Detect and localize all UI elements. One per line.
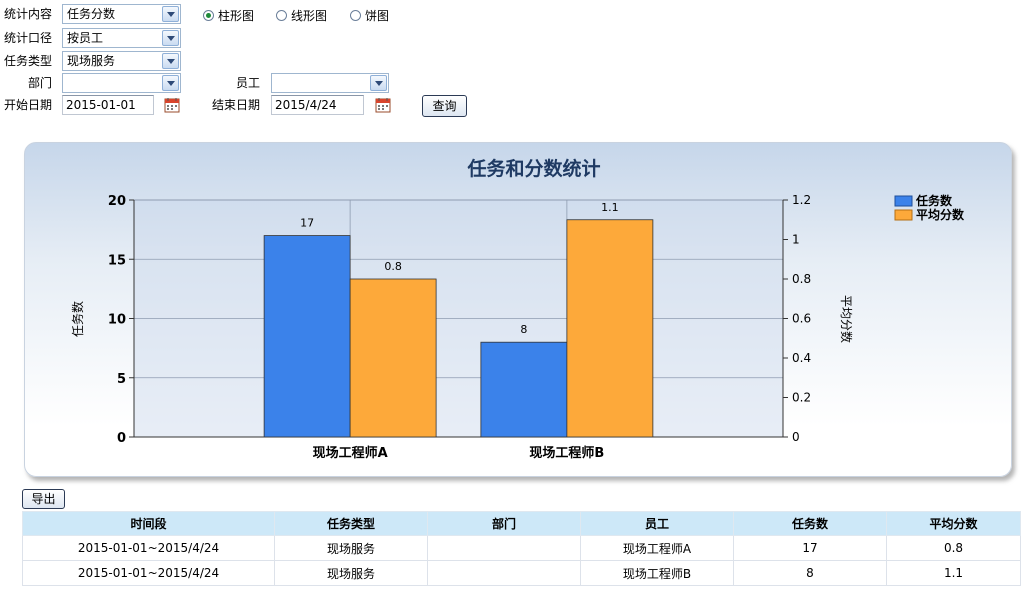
table-row: 2015-01-01~2015/4/24 现场服务 现场工程师A 17 0.8 — [22, 535, 1021, 561]
legend-label-avg-score: 平均分数 — [916, 207, 965, 222]
table-header-row: 时间段 任务类型 部门 员工 任务数 平均分数 — [22, 511, 1021, 536]
column-header: 任务数 — [733, 511, 887, 536]
employee-select[interactable] — [271, 73, 389, 93]
y2-tick-label: 0.4 — [792, 351, 811, 365]
stat-scope-value: 按员工 — [67, 31, 104, 45]
radio-icon[interactable] — [276, 10, 287, 21]
y-tick-label: 10 — [108, 313, 126, 328]
column-header: 时间段 — [22, 511, 275, 536]
task-type-value: 现场服务 — [67, 54, 116, 68]
table-cell: 2015-01-01~2015/4/24 — [22, 535, 275, 561]
stat-scope-label: 统计口径 — [4, 31, 53, 45]
table-cell: 1.1 — [886, 560, 1021, 586]
calendar-icon[interactable] — [164, 97, 180, 113]
department-label: 部门 — [28, 76, 53, 90]
bar — [349, 278, 437, 438]
calendar-icon[interactable] — [375, 97, 391, 113]
table-cell: 2015-01-01~2015/4/24 — [22, 560, 275, 586]
task-type-label: 任务类型 — [4, 54, 53, 68]
y2-tick-label: 0.6 — [792, 312, 811, 326]
end-date-label: 结束日期 — [212, 98, 261, 112]
stat-content-value: 任务分数 — [67, 7, 116, 21]
data-label: 0.8 — [384, 260, 402, 273]
legend-swatch-task-count — [894, 195, 913, 207]
column-header: 任务类型 — [274, 511, 428, 536]
x-tick-label: 现场工程师B — [529, 445, 604, 461]
bar — [480, 341, 568, 438]
data-label: 8 — [520, 323, 527, 336]
y-tick-label: 0 — [117, 431, 126, 446]
radio-bar-chart-label: 柱形图 — [218, 9, 255, 23]
table-cell: 现场服务 — [274, 560, 428, 586]
legend-swatch-avg-score — [894, 209, 913, 221]
stat-scope-select[interactable]: 按员工 — [62, 28, 181, 48]
task-type-select[interactable]: 现场服务 — [62, 51, 181, 71]
table-cell: 现场工程师A — [580, 535, 734, 561]
y2-tick-label: 0.8 — [792, 272, 811, 286]
stats-table: 时间段 任务类型 部门 员工 任务数 平均分数 2015-01-01~2015/… — [22, 511, 1021, 586]
legend-label-task-count: 任务数 — [915, 193, 953, 208]
bar-chart: 任务和分数统计 0 5 10 15 20 0 0.2 0.4 0.6 0.8 1 1.2 17 0.8 现场… — [70, 157, 965, 461]
chevron-down-icon[interactable] — [162, 6, 179, 22]
y-tick-label: 15 — [108, 253, 126, 268]
y2-tick-label: 0 — [792, 430, 800, 444]
chevron-down-icon[interactable] — [162, 53, 179, 69]
y2-tick-label: 1.2 — [792, 193, 811, 207]
start-date-input[interactable]: 2015-01-01 — [62, 95, 154, 115]
y2-tick-label: 1 — [792, 233, 800, 247]
table-cell — [427, 535, 581, 561]
stat-content-label: 统计内容 — [4, 7, 53, 21]
department-select[interactable] — [62, 73, 181, 93]
y-tick-label: 20 — [108, 194, 126, 209]
table-cell: 现场工程师B — [580, 560, 734, 586]
chart-title: 任务和分数统计 — [466, 157, 600, 180]
radio-icon[interactable] — [203, 10, 214, 21]
table-cell: 17 — [733, 535, 887, 561]
end-date-input[interactable]: 2015/4/24 — [271, 95, 364, 115]
column-header: 员工 — [580, 511, 734, 536]
legend: 任务数 平均分数 — [894, 193, 965, 222]
column-header: 平均分数 — [886, 511, 1021, 536]
table-cell: 8 — [733, 560, 887, 586]
radio-pie-chart[interactable]: 饼图 — [350, 7, 389, 24]
y2-tick-label: 0.2 — [792, 391, 811, 405]
stat-content-select[interactable]: 任务分数 — [62, 4, 181, 24]
bar — [263, 235, 351, 438]
table-row: 2015-01-01~2015/4/24 现场服务 现场工程师B 8 1.1 — [22, 560, 1021, 586]
query-button[interactable]: 查询 — [422, 95, 467, 117]
employee-label: 员工 — [236, 76, 261, 90]
chevron-down-icon[interactable] — [162, 75, 179, 91]
chevron-down-icon[interactable] — [162, 30, 179, 46]
radio-icon[interactable] — [350, 10, 361, 21]
y-tick-label: 5 — [117, 372, 126, 387]
bar — [566, 219, 654, 438]
table-cell — [427, 560, 581, 586]
data-label: 1.1 — [601, 201, 619, 214]
y-axis-label: 任务数 — [70, 301, 85, 337]
radio-pie-chart-label: 饼图 — [365, 9, 390, 23]
y2-axis-label: 平均分数 — [839, 295, 854, 343]
radio-line-chart[interactable]: 线形图 — [276, 7, 327, 24]
table-cell: 0.8 — [886, 535, 1021, 561]
x-tick-label: 现场工程师A — [313, 445, 388, 461]
chevron-down-icon[interactable] — [370, 75, 387, 91]
radio-line-chart-label: 线形图 — [291, 9, 328, 23]
start-date-label: 开始日期 — [4, 98, 53, 112]
data-label: 17 — [300, 217, 314, 230]
export-button[interactable]: 导出 — [22, 489, 65, 509]
column-header: 部门 — [427, 511, 581, 536]
radio-bar-chart[interactable]: 柱形图 — [203, 7, 254, 24]
table-cell: 现场服务 — [274, 535, 428, 561]
